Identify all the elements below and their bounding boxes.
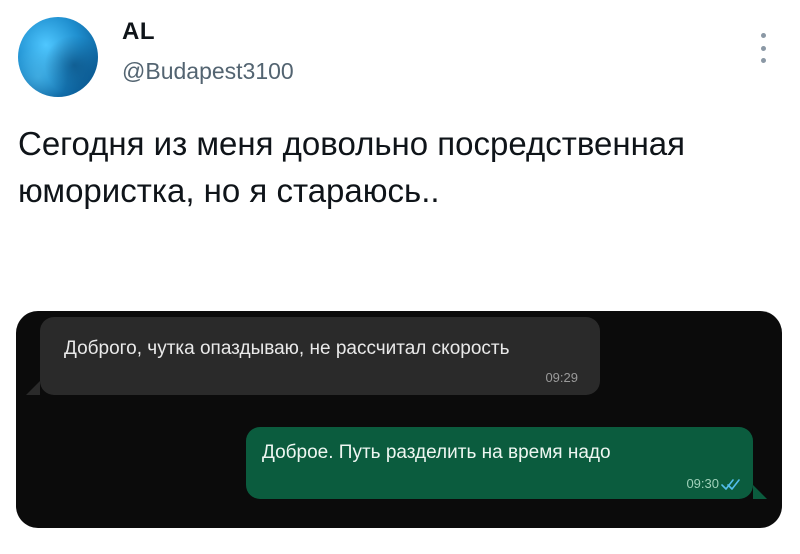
user-handle[interactable]: @Budapest3100 — [122, 58, 294, 85]
more-options-icon[interactable] — [756, 33, 770, 63]
incoming-message-text: Доброго, чутка опаздываю, не рассчитал с… — [64, 338, 510, 359]
outgoing-message-time: 09:30 — [686, 476, 719, 491]
outgoing-message-bubble: Доброе. Путь разделить на время надо 09:… — [246, 427, 767, 499]
avatar[interactable] — [18, 17, 98, 97]
dot — [760, 45, 766, 51]
incoming-message-bubble: Доброго, чутка опаздываю, не рассчитал с… — [26, 317, 600, 395]
outgoing-message-text: Доброе. Путь разделить на время надо — [262, 442, 611, 463]
dot — [760, 58, 766, 63]
display-name[interactable]: AL — [122, 18, 155, 46]
dot — [760, 33, 766, 38]
chat-screenshot: Доброго, чутка опаздываю, не рассчитал с… — [16, 311, 782, 528]
incoming-message-time: 09:29 — [545, 370, 578, 385]
double-check-icon — [721, 479, 740, 490]
tweet-text: Сегодня из меня довольно посредственная … — [18, 125, 686, 209]
